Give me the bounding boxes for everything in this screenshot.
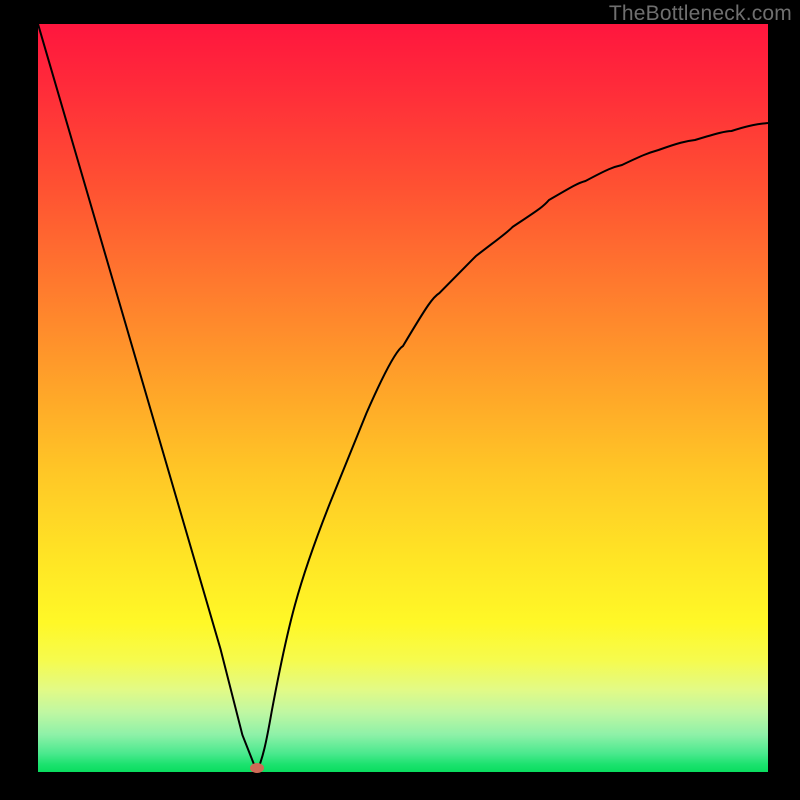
plot-area (38, 24, 768, 772)
watermark-text: TheBottleneck.com (609, 2, 792, 26)
chart-frame: TheBottleneck.com (0, 0, 800, 800)
bottleneck-curve (38, 24, 768, 772)
curve-right-branch (257, 123, 768, 772)
curve-left-branch (38, 24, 257, 772)
minimum-marker (250, 763, 264, 773)
